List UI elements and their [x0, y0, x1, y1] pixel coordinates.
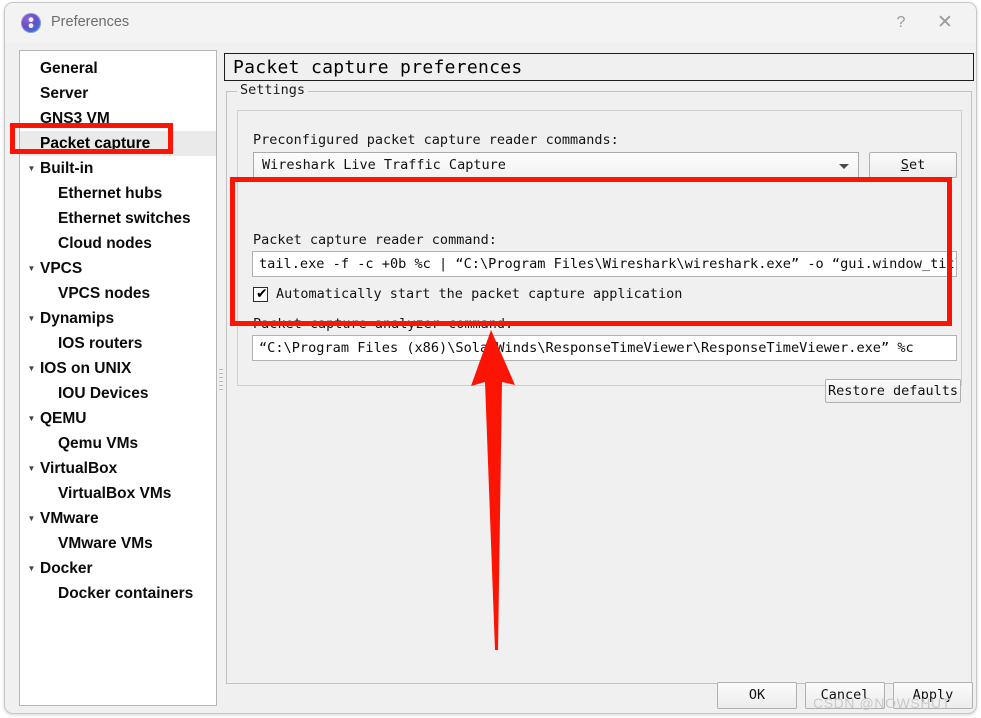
sidebar-item-built-in[interactable]: ▼ Built-in [20, 156, 216, 181]
sidebar-item-label: General [40, 60, 98, 77]
sidebar-item-label: VirtualBox VMs [58, 485, 172, 502]
tree-expander-icon[interactable]: ▼ [26, 156, 37, 181]
content-pane: Packet capture preferences Settings Prec… [224, 50, 974, 706]
tree-expander-icon[interactable]: ▼ [26, 256, 37, 281]
set-button-rest: et [908, 157, 926, 173]
settings-group-label: Settings [237, 82, 309, 98]
sidebar-item-ios-routers[interactable]: IOS routers [20, 331, 216, 356]
autostart-checkbox-label: Automatically start the packet capture a… [276, 286, 683, 302]
tree-expander-icon[interactable]: ▼ [26, 356, 37, 381]
sidebar-item-label: IOU Devices [58, 385, 149, 402]
preconfigured-commands-label: Preconfigured packet capture reader comm… [253, 132, 619, 148]
preconfigured-commands-value: Wireshark Live Traffic Capture [262, 157, 506, 173]
tree-expander-icon[interactable]: ▼ [26, 506, 37, 531]
reader-command-input[interactable]: tail.exe -f -c +0b %c | “C:\Program File… [252, 251, 957, 277]
set-button-mnemonic: S [900, 157, 909, 173]
sidebar-item-dynamips[interactable]: ▼ Dynamips [20, 306, 216, 331]
sidebar-item-label: Qemu VMs [58, 435, 139, 452]
sidebar-item-label: Ethernet hubs [58, 185, 163, 202]
sidebar-item-ios-on-unix[interactable]: ▼ IOS on UNIX [20, 356, 216, 381]
preferences-category-tree[interactable]: General Server GNS3 VM Packet capture ▼ Built… [19, 50, 217, 706]
set-button[interactable]: Set [869, 152, 957, 178]
reader-command-label: Packet capture reader command: [253, 232, 497, 248]
sidebar-item-vmware[interactable]: ▼ VMware [20, 506, 216, 531]
tree-expander-icon[interactable]: ▼ [26, 306, 37, 331]
sidebar-item-virtualbox-vms[interactable]: VirtualBox VMs [20, 481, 216, 506]
sidebar-item-vmware-vms[interactable]: VMware VMs [20, 531, 216, 556]
sidebar-item-iou-devices[interactable]: IOU Devices [20, 381, 216, 406]
sidebar-item-label: Ethernet switches [58, 210, 191, 227]
restore-defaults-button[interactable]: Restore defaults [825, 379, 961, 403]
window-title: Preferences [51, 14, 130, 30]
sidebar-item-label: VMware VMs [58, 535, 153, 552]
analyzer-command-label: Packet capture analyzer command: [253, 316, 514, 332]
sidebar-item-vpcs[interactable]: ▼ VPCS [20, 256, 216, 281]
sidebar-item-label: VPCS nodes [58, 285, 151, 302]
splitter-handle[interactable] [219, 369, 223, 391]
ok-button[interactable]: OK [717, 682, 797, 709]
sidebar-item-qemu[interactable]: ▼ QEMU [20, 406, 216, 431]
preferences-window-root: Preferences ? ✕ General Server GNS3 VM Pack… [0, 0, 981, 718]
sidebar-item-docker[interactable]: ▼ Docker [20, 556, 216, 581]
analyzer-command-value: “C:\Program Files (x86)\SolarWinds\Respo… [259, 340, 914, 356]
sidebar-item-docker-containers[interactable]: Docker containers [20, 581, 216, 606]
reader-command-value: tail.exe -f -c +0b %c | “C:\Program File… [259, 256, 957, 272]
title-bar: Preferences ? ✕ [5, 3, 976, 43]
page-title-box: Packet capture preferences [224, 53, 974, 81]
close-icon[interactable]: ✕ [932, 11, 958, 35]
gns3-logo-icon [21, 13, 41, 33]
sidebar-item-server[interactable]: Server [20, 81, 216, 106]
dialog-window: Preferences ? ✕ General Server GNS3 VM Pack… [4, 2, 977, 714]
sidebar-item-general[interactable]: General [20, 56, 216, 81]
tree-list: General Server GNS3 VM Packet capture ▼ Built… [20, 51, 216, 606]
sidebar-item-vpcs-nodes[interactable]: VPCS nodes [20, 281, 216, 306]
sidebar-item-label: IOS routers [58, 335, 143, 352]
sidebar-item-cloud-nodes[interactable]: Cloud nodes [20, 231, 216, 256]
page-title: Packet capture preferences [233, 57, 523, 78]
sidebar-item-label: Cloud nodes [58, 235, 152, 252]
checkmark-icon: ✔ [256, 286, 268, 302]
sidebar-item-ethernet-switches[interactable]: Ethernet switches [20, 206, 216, 231]
tree-expander-icon[interactable]: ▼ [26, 456, 37, 481]
autostart-checkbox[interactable]: ✔ [253, 286, 268, 302]
preconfigured-commands-dropdown[interactable]: Wireshark Live Traffic Capture [253, 152, 859, 178]
tree-expander-icon[interactable]: ▼ [26, 406, 37, 431]
sidebar-item-label: Docker containers [58, 585, 194, 602]
sidebar-item-virtualbox[interactable]: ▼ VirtualBox [20, 456, 216, 481]
sidebar-item-qemu-vms[interactable]: Qemu VMs [20, 431, 216, 456]
sidebar-item-ethernet-hubs[interactable]: Ethernet hubs [20, 181, 216, 206]
tree-expander-icon[interactable]: ▼ [26, 556, 37, 581]
settings-groupbox: Settings Preconfigured packet capture re… [226, 82, 972, 684]
sidebar-item-label: Packet capture [40, 135, 151, 152]
chevron-down-icon [839, 164, 849, 169]
analyzer-command-input[interactable]: “C:\Program Files (x86)\SolarWinds\Respo… [252, 335, 957, 361]
sidebar-item-packet-capture[interactable]: Packet capture [20, 131, 216, 156]
sidebar-item-label: Server [40, 85, 89, 102]
sidebar-item-gns3-vm[interactable]: GNS3 VM [20, 106, 216, 131]
watermark-text: CSDN @NOWSHUT [813, 695, 951, 711]
help-icon[interactable]: ? [888, 11, 914, 35]
sidebar-item-label: GNS3 VM [40, 110, 110, 127]
